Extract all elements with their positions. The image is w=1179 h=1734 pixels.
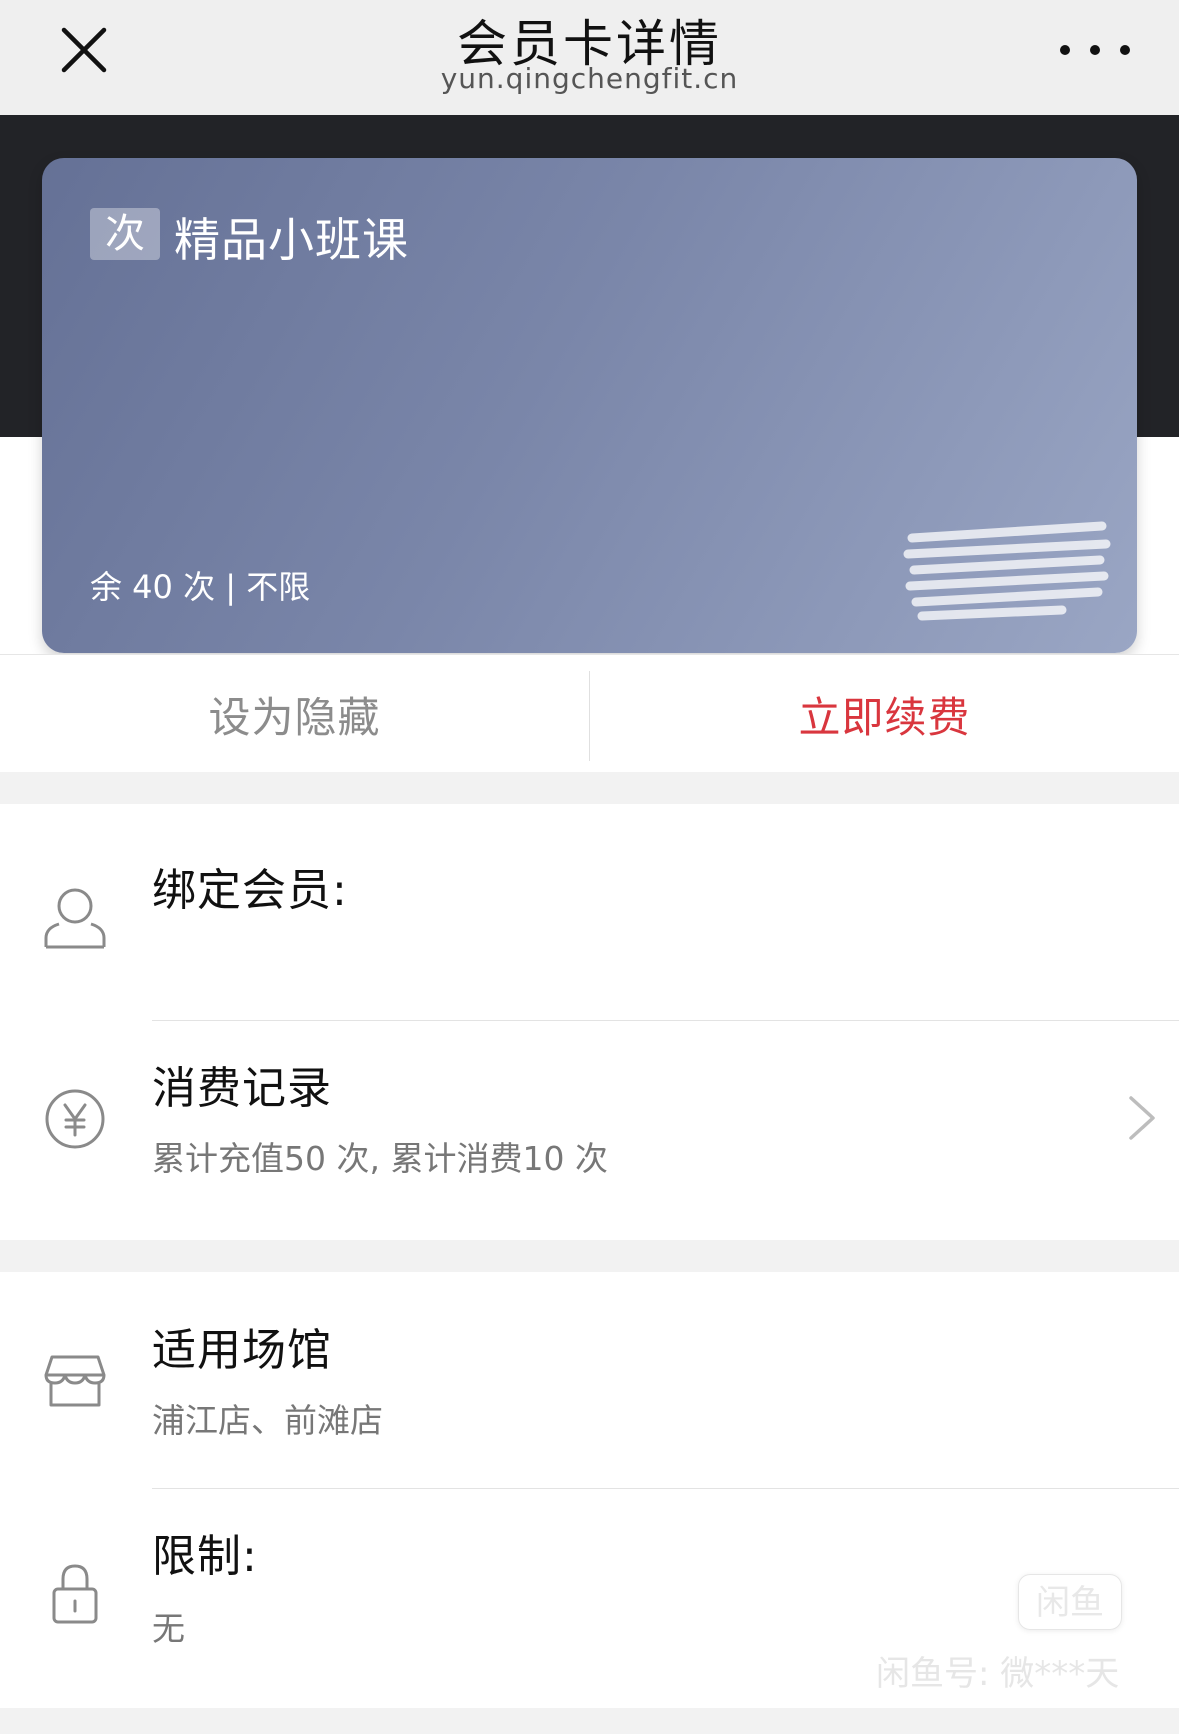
- lock-icon: [42, 1560, 108, 1626]
- card-actions: 设为隐藏 立即续费: [0, 654, 1179, 772]
- redaction-scribble-icon: [903, 521, 1111, 621]
- row-divider: [152, 1488, 1179, 1489]
- nav-header: 会员卡详情 yun.qingchengfit.cn: [0, 0, 1179, 115]
- more-dot-icon: [1060, 45, 1070, 55]
- chevron-right-icon[interactable]: [1122, 1088, 1162, 1148]
- renew-button[interactable]: 立即续费: [590, 655, 1179, 773]
- bound-member-row: 绑定会员:: [0, 804, 1179, 1022]
- limit-value: 无: [152, 1609, 185, 1648]
- consumption-records-title: 消费记录: [152, 1063, 332, 1114]
- page-url: yun.qingchengfit.cn: [440, 62, 739, 95]
- consumption-records-row[interactable]: 消费记录 累计充值50 次, 累计消费10 次: [0, 1022, 1179, 1240]
- card-type-badge: 次: [90, 208, 160, 260]
- yuan-icon: [42, 1086, 108, 1152]
- venues-title: 适用场馆: [152, 1325, 332, 1376]
- watermark-text: 闲鱼号: 微***天: [876, 1654, 1120, 1694]
- watermark-logo: 闲鱼: [1018, 1574, 1122, 1630]
- venues-list: 浦江店、前滩店: [152, 1401, 383, 1440]
- card-name: 精品小班课: [174, 213, 409, 267]
- bound-member-label: 绑定会员:: [152, 865, 348, 916]
- membership-card: 次 精品小班课 余 40 次 | 不限: [42, 158, 1137, 653]
- row-divider: [152, 1020, 1179, 1021]
- limit-title: 限制:: [152, 1531, 258, 1582]
- more-dot-icon: [1090, 45, 1100, 55]
- usage-info-section: 适用场馆 浦江店、前滩店 限制: 无: [0, 1272, 1179, 1708]
- card-balance: 余 40 次 | 不限: [90, 568, 311, 606]
- page: 会员卡详情 yun.qingchengfit.cn 次 精品小班课 余 40 次…: [0, 0, 1179, 1734]
- user-icon: [42, 884, 108, 950]
- hide-card-button[interactable]: 设为隐藏: [0, 655, 589, 773]
- more-dot-icon: [1120, 45, 1130, 55]
- card-info-section: 绑定会员: 消费记录 累计充值50 次, 累计消费10 次: [0, 804, 1179, 1240]
- venues-row: 适用场馆 浦江店、前滩店: [0, 1272, 1179, 1490]
- store-icon: [42, 1348, 108, 1414]
- consumption-records-summary: 累计充值50 次, 累计消费10 次: [152, 1139, 608, 1178]
- more-button[interactable]: [1060, 30, 1130, 70]
